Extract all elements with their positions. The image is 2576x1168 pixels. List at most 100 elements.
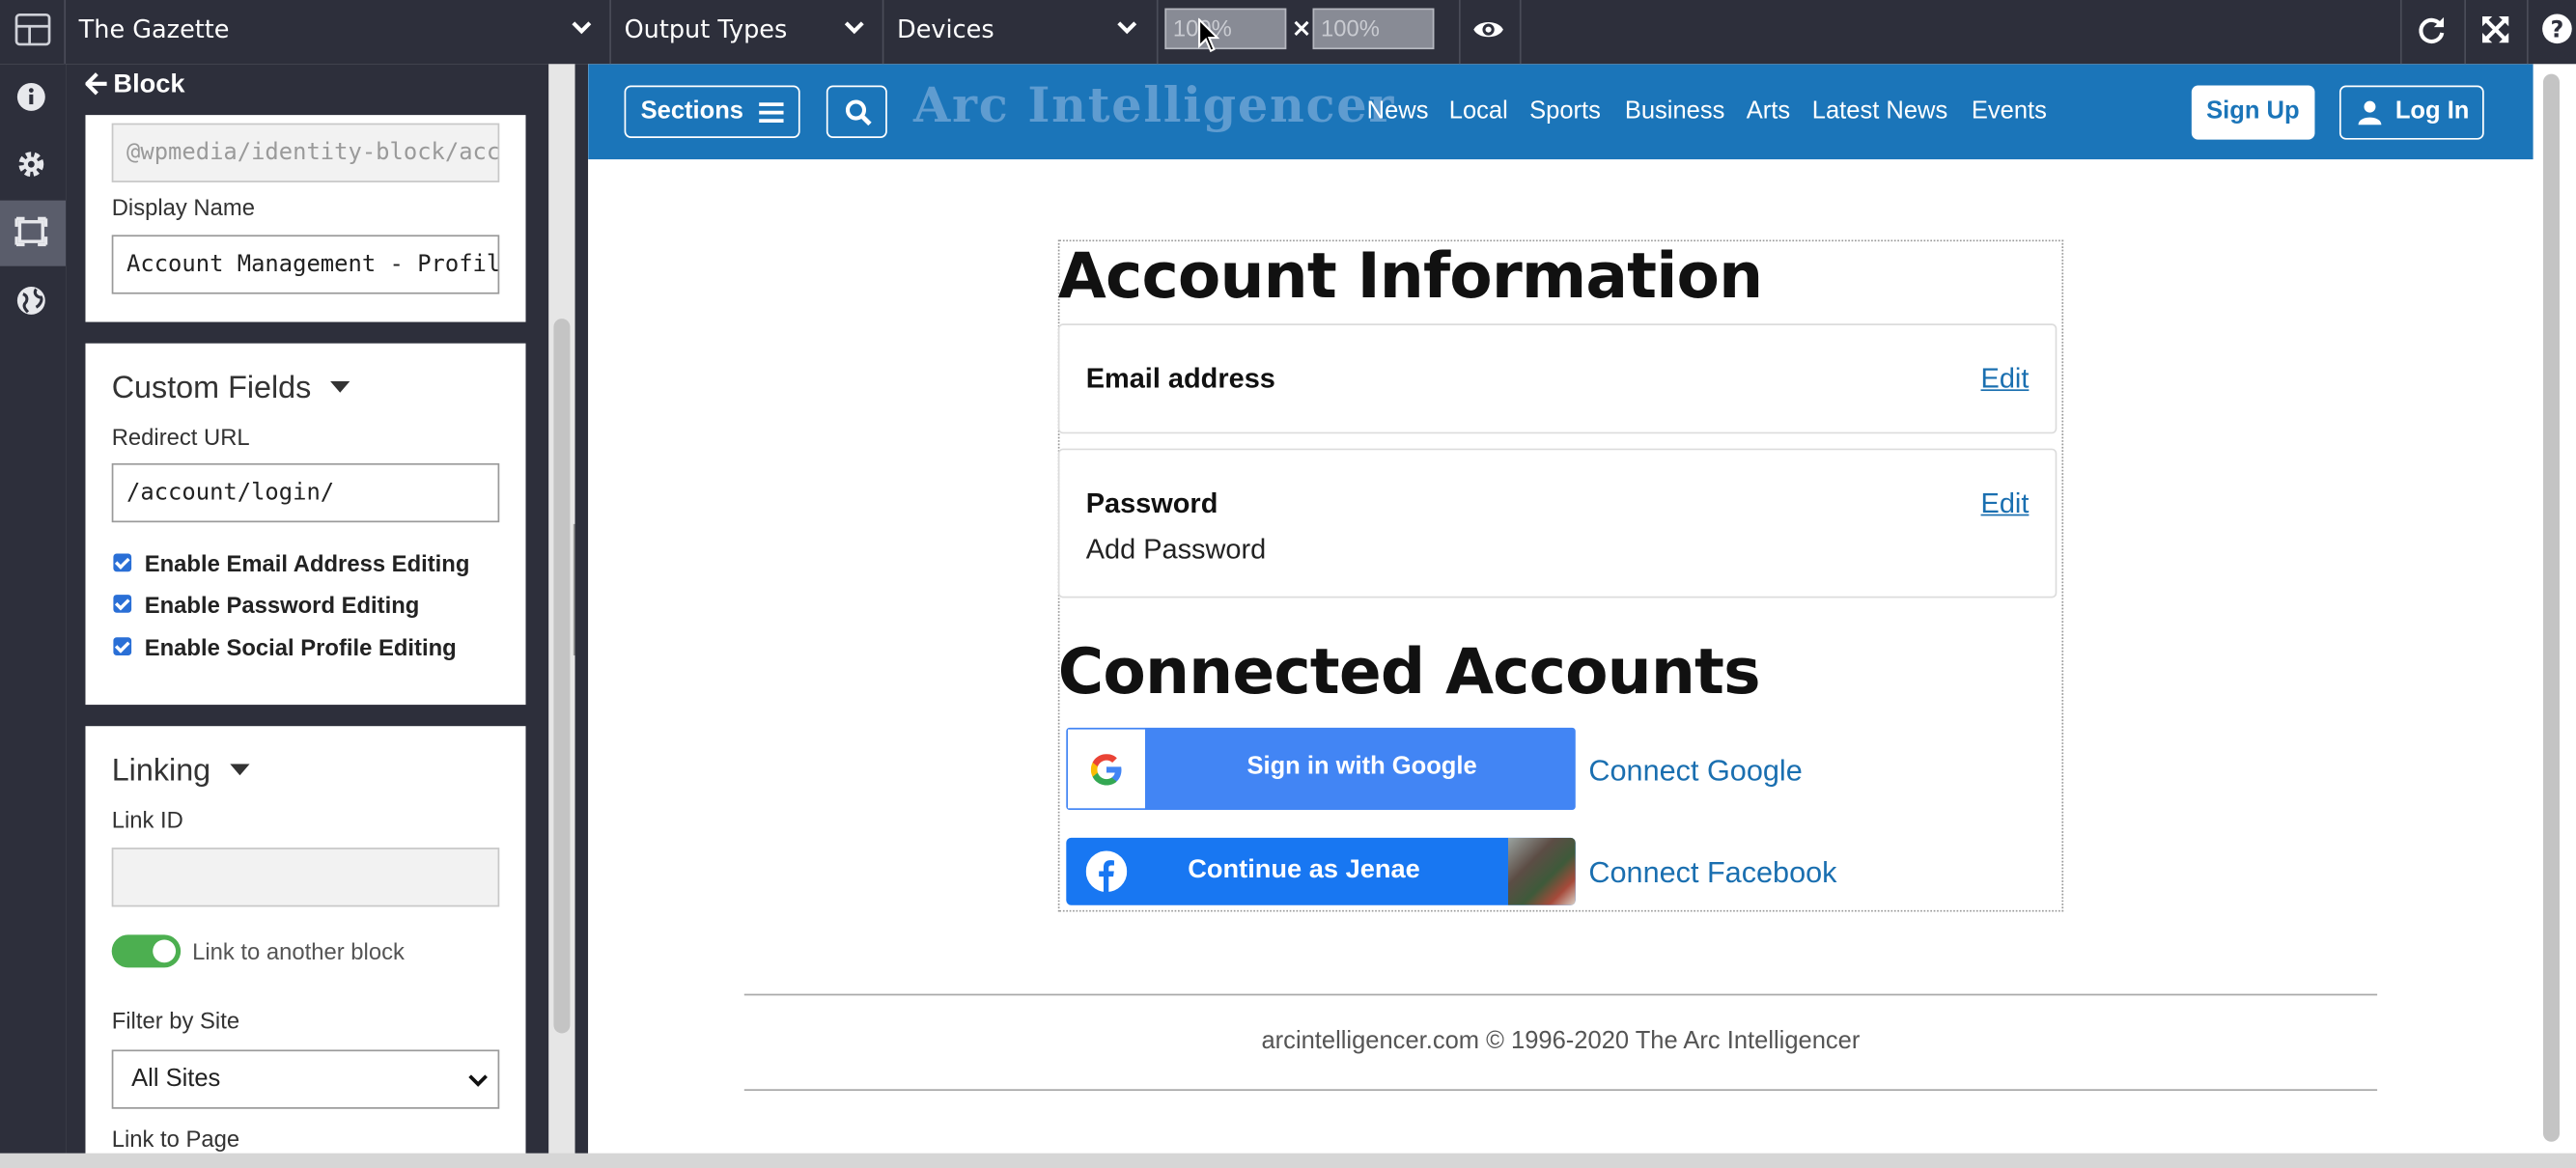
facebook-icon bbox=[1085, 850, 1128, 893]
svg-text:?: ? bbox=[2551, 15, 2564, 42]
google-logo-box bbox=[1067, 729, 1145, 809]
footer-divider-bottom bbox=[743, 1089, 2378, 1092]
filter-site-select[interactable]: All Sites bbox=[111, 1049, 500, 1109]
filter-site-label: Filter by Site bbox=[111, 1007, 240, 1034]
linking-card: Linking Link ID Link to another block Fi… bbox=[85, 726, 526, 1168]
block-settings-panel: Block @wpmedia/identity-block/account Di… bbox=[66, 64, 549, 1168]
footer-divider-top bbox=[743, 993, 2378, 996]
panel-scrollbar[interactable] bbox=[548, 64, 580, 1168]
chevron-down-icon bbox=[468, 1074, 488, 1087]
rail-item-blocks[interactable] bbox=[0, 200, 67, 266]
checkbox-label: Enable Password Editing bbox=[144, 591, 420, 618]
checkbox-password-editing[interactable] bbox=[113, 595, 132, 613]
site-logo[interactable]: Arc Intelligencer bbox=[913, 77, 1395, 133]
display-name-field[interactable]: Account Management - Profile bbox=[111, 235, 500, 294]
nav-link-business[interactable]: Business bbox=[1625, 97, 1725, 125]
nav-link-arts[interactable]: Arts bbox=[1747, 97, 1790, 125]
site-preview: Sections Arc Intelligencer News Local Sp… bbox=[588, 64, 2534, 1154]
password-row: Password Edit Add Password bbox=[1057, 448, 2058, 598]
custom-fields-toggle[interactable]: Custom Fields bbox=[112, 372, 350, 407]
custom-fields-title: Custom Fields bbox=[111, 371, 312, 406]
preview-scrollbar[interactable] bbox=[2533, 64, 2576, 1154]
fingerprint-field: @wpmedia/identity-block/account bbox=[111, 123, 500, 182]
caret-down-icon bbox=[229, 764, 249, 776]
facebook-profile-photo bbox=[1508, 837, 1576, 905]
user-icon bbox=[2358, 100, 2382, 125]
arrow-left-icon bbox=[85, 72, 107, 96]
globe-icon[interactable] bbox=[16, 286, 46, 316]
nav-link-local[interactable]: Local bbox=[1449, 97, 1508, 125]
password-label: Password bbox=[1085, 487, 1218, 519]
search-icon bbox=[845, 99, 872, 126]
link-to-block-toggle[interactable] bbox=[111, 934, 182, 968]
checkbox-label: Enable Social Profile Editing bbox=[144, 633, 457, 661]
facebook-continue-button[interactable]: Continue as Jenae bbox=[1066, 837, 1576, 905]
nav-link-sports[interactable]: Sports bbox=[1529, 97, 1601, 125]
sign-up-button[interactable]: Sign Up bbox=[2191, 85, 2315, 140]
nav-link-events[interactable]: Events bbox=[1972, 97, 2047, 125]
google-sign-in-button[interactable]: Sign in with Google bbox=[1066, 727, 1576, 811]
redirect-url-field[interactable]: /account/login/ bbox=[111, 462, 500, 523]
link-to-page-label: Link to Page bbox=[111, 1125, 240, 1152]
link-id-field[interactable] bbox=[111, 848, 500, 907]
site-select[interactable]: The Gazette bbox=[66, 0, 609, 59]
times-sign: × bbox=[1291, 13, 1312, 43]
sections-button[interactable]: Sections bbox=[624, 85, 800, 138]
connected-accounts-title: Connected Accounts bbox=[1057, 635, 1761, 709]
search-button[interactable] bbox=[826, 85, 887, 138]
log-in-button[interactable]: Log In bbox=[2338, 85, 2484, 140]
editor-rail bbox=[0, 64, 67, 1168]
site-header: Sections Arc Intelligencer News Local Sp… bbox=[588, 64, 2534, 160]
redirect-url-label: Redirect URL bbox=[111, 424, 250, 451]
gear-icon[interactable] bbox=[16, 150, 46, 180]
password-edit-link[interactable]: Edit bbox=[1981, 487, 2030, 520]
back-to-block-link[interactable]: Block bbox=[85, 70, 185, 100]
log-in-label: Log In bbox=[2394, 97, 2470, 125]
mouse-cursor-icon bbox=[1197, 17, 1220, 54]
info-icon[interactable] bbox=[16, 82, 46, 112]
height-value: 100% bbox=[1321, 14, 1380, 42]
password-value: Add Password bbox=[1085, 534, 1267, 566]
connect-facebook-link[interactable]: Connect Facebook bbox=[1588, 856, 1836, 891]
google-button-label: Sign in with Google bbox=[1246, 752, 1477, 781]
preview-scrollbar-thumb[interactable] bbox=[2542, 73, 2560, 1142]
devices-select[interactable]: Devices bbox=[883, 0, 1155, 59]
output-types-select[interactable]: Output Types bbox=[611, 0, 882, 59]
toggle-knob bbox=[153, 939, 177, 963]
checkbox-social-editing[interactable] bbox=[113, 637, 132, 656]
custom-fields-card: Custom Fields Redirect URL /account/logi… bbox=[85, 343, 526, 706]
eye-icon[interactable] bbox=[1472, 14, 1505, 44]
linking-title: Linking bbox=[111, 754, 211, 789]
account-information-title: Account Information bbox=[1057, 239, 1763, 313]
menu-icon bbox=[759, 102, 784, 123]
google-icon bbox=[1090, 754, 1122, 786]
nav-link-news[interactable]: News bbox=[1367, 97, 1429, 125]
block-editor-icon bbox=[14, 216, 48, 247]
footer-copyright: arcintelligencer.com © 1996-2020 The Arc… bbox=[1261, 1026, 1861, 1055]
checkbox-label: Enable Email Address Editing bbox=[144, 550, 470, 577]
back-label: Block bbox=[113, 70, 185, 99]
width-input[interactable]: 100% bbox=[1164, 8, 1287, 50]
sections-label: Sections bbox=[640, 97, 743, 125]
email-edit-link[interactable]: Edit bbox=[1981, 363, 2030, 396]
filter-site-value: All Sites bbox=[131, 1064, 221, 1093]
caret-down-icon bbox=[329, 380, 350, 393]
link-toggle-label: Link to another block bbox=[192, 937, 405, 964]
linking-toggle[interactable]: Linking bbox=[112, 754, 249, 790]
panel-scrollbar-thumb[interactable] bbox=[553, 319, 571, 1034]
height-input[interactable]: 100% bbox=[1312, 8, 1435, 50]
checkbox-email-editing[interactable] bbox=[113, 553, 132, 572]
horizontal-scrollbar[interactable] bbox=[0, 1153, 2576, 1168]
nav-link-latest-news[interactable]: Latest News bbox=[1812, 97, 1947, 125]
refresh-icon[interactable] bbox=[2415, 14, 2448, 46]
chevron-down-icon bbox=[844, 21, 864, 35]
help-icon[interactable]: ? bbox=[2541, 14, 2572, 44]
panel-splitter[interactable] bbox=[574, 64, 589, 1168]
site-select-value: The Gazette bbox=[78, 14, 230, 44]
layout-icon[interactable] bbox=[14, 10, 53, 49]
connect-google-link[interactable]: Connect Google bbox=[1588, 754, 1802, 789]
link-id-label: Link ID bbox=[111, 806, 183, 833]
expand-icon[interactable] bbox=[2479, 14, 2512, 46]
output-types-value: Output Types bbox=[624, 14, 788, 44]
devices-value: Devices bbox=[897, 14, 994, 44]
